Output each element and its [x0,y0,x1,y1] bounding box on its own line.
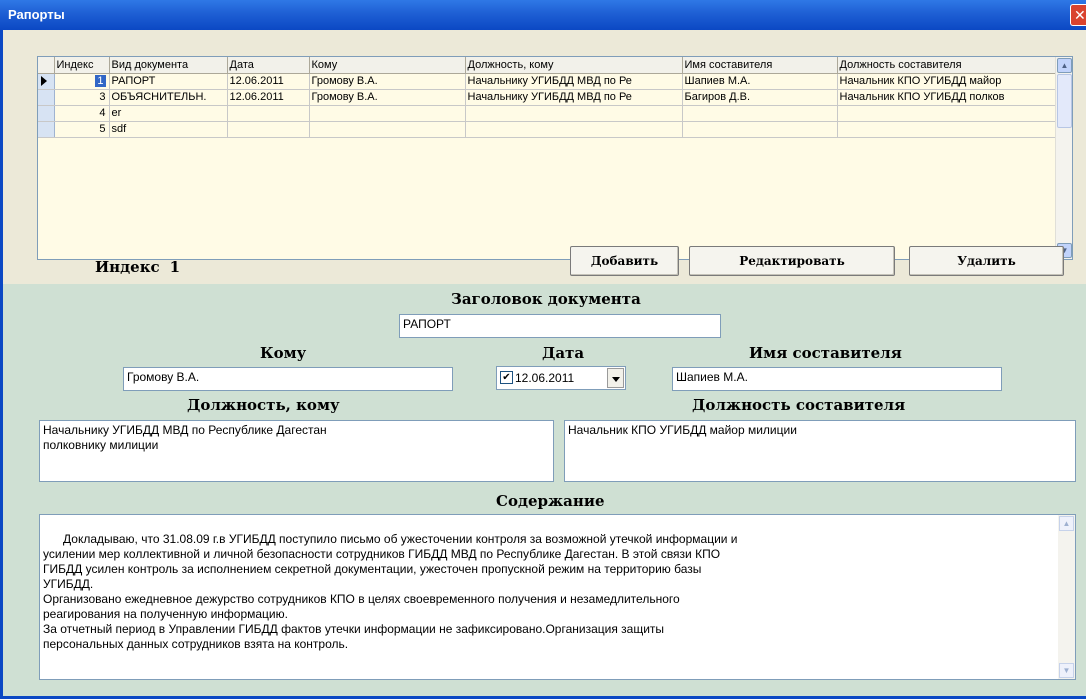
documents-table: Индекс Вид документа Дата Кому Должность… [38,57,1056,138]
column-header[interactable]: Должность, кому [465,57,683,74]
table-row[interactable]: 3 ОБЪЯСНИТЕЛЬН. 12.06.2011 Громову В.А. … [38,89,1056,106]
document-form: Заголовок документа РАПОРТ Кому Громову … [3,284,1086,696]
scroll-down-button[interactable]: ▼ [1059,663,1074,678]
content-label: Содержание [496,492,605,510]
table-header-row: Индекс Вид документа Дата Кому Должность… [38,57,1056,74]
index-value: 1 [169,258,181,276]
to-position-label: Должность, кому [187,396,340,414]
table-cell[interactable]: 1 [54,73,110,90]
table-cell[interactable] [227,121,310,138]
checkmark-icon: ✔ [502,372,511,383]
author-position-label: Должность составителя [692,396,906,414]
chevron-down-icon [612,377,620,382]
author-position-field[interactable]: Начальник КПО УГИБДД майор милиции [564,420,1076,482]
table-cell[interactable]: Начальнику УГИБДД МВД по Ре [465,89,683,106]
document-title-field[interactable]: РАПОРТ [399,314,721,338]
date-enabled-checkbox[interactable]: ✔ [500,371,513,384]
row-indicator [38,89,55,106]
documents-grid[interactable]: Индекс Вид документа Дата Кому Должность… [37,56,1073,260]
table-row[interactable]: 1 РАПОРТ 12.06.2011 Громову В.А. Начальн… [38,73,1056,90]
table-cell[interactable]: Багиров Д.В. [682,89,838,106]
table-cell[interactable] [682,105,838,122]
table-cell[interactable]: Начальник КПО УГИБДД полков [837,89,1056,106]
column-header[interactable]: Дата [227,57,310,74]
column-header[interactable]: Кому [309,57,466,74]
table-cell[interactable]: РАПОРТ [109,73,228,90]
column-header[interactable]: Должность составителя [837,57,1056,74]
index-label: Индекс [95,258,160,276]
close-button[interactable]: ✕ [1070,4,1086,26]
chevron-up-icon: ▲ [1062,519,1071,528]
scroll-up-button[interactable]: ▲ [1057,58,1072,73]
date-label: Дата [542,344,585,362]
table-cell[interactable] [309,121,466,138]
row-indicator [38,121,55,138]
table-cell[interactable]: Шапиев М.А. [682,73,838,90]
table-cell[interactable] [837,105,1056,122]
table-cell[interactable]: Начальник КПО УГИБДД майор [837,73,1056,90]
column-header[interactable]: Вид документа [109,57,228,74]
table-cell[interactable]: Громову В.А. [309,73,466,90]
delete-button[interactable]: Удалить [909,246,1064,276]
indicator-header [38,57,55,74]
edit-button[interactable]: Редактировать [689,246,895,276]
content-field[interactable]: Докладываю, что 31.08.09 г.в УГИБДД пост… [39,514,1076,680]
row-indicator [38,73,55,90]
date-dropdown-button[interactable] [607,368,624,388]
table-cell[interactable] [465,121,683,138]
table-cell[interactable]: er [109,105,228,122]
grid-vertical-scrollbar[interactable]: ▲ ▼ [1055,57,1072,259]
to-label: Кому [260,344,307,362]
window-title: Рапорты [8,7,65,22]
table-cell[interactable]: 12.06.2011 [227,73,310,90]
table-cell[interactable] [465,105,683,122]
scroll-up-button[interactable]: ▲ [1059,516,1074,531]
table-cell[interactable]: Громову В.А. [309,89,466,106]
content-text: Докладываю, что 31.08.09 г.в УГИБДД пост… [43,532,738,651]
table-row[interactable]: 4 er [38,105,1056,122]
table-row[interactable]: 5 sdf [38,121,1056,138]
index-indicator: Индекс 1 [95,258,180,276]
table-cell[interactable] [309,105,466,122]
date-value: 12.06.2011 [515,371,575,385]
column-header[interactable]: Имя составителя [682,57,838,74]
table-cell[interactable]: 4 [54,105,110,122]
add-button[interactable]: Добавить [570,246,679,276]
window-body: Индекс Вид документа Дата Кому Должность… [0,30,1086,699]
author-label: Имя составителя [749,344,902,362]
table-cell[interactable]: 3 [54,89,110,106]
chevron-up-icon: ▲ [1060,61,1069,70]
date-picker[interactable]: ✔ 12.06.2011 [496,366,626,390]
content-vertical-scrollbar[interactable]: ▲ ▼ [1058,515,1075,679]
table-cell[interactable]: ОБЪЯСНИТЕЛЬН. [109,89,228,106]
title-bar: Рапорты ✕ [0,0,1086,30]
table-cell[interactable]: 5 [54,121,110,138]
chevron-down-icon: ▼ [1062,666,1071,675]
table-cell[interactable]: sdf [109,121,228,138]
table-cell[interactable]: 12.06.2011 [227,89,310,106]
current-row-arrow-icon [41,76,47,86]
to-field[interactable]: Громову В.А. [123,367,453,391]
table-cell[interactable]: Начальнику УГИБДД МВД по Ре [465,73,683,90]
to-position-field[interactable]: Начальнику УГИБДД МВД по Республике Даге… [39,420,554,482]
column-header[interactable]: Индекс [54,57,110,74]
row-indicator [38,105,55,122]
table-cell[interactable] [682,121,838,138]
table-cell[interactable] [837,121,1056,138]
close-icon: ✕ [1074,7,1086,23]
scroll-thumb[interactable] [1057,74,1072,128]
cell-text: 1 [95,75,106,87]
document-title-label: Заголовок документа [451,290,641,308]
author-field[interactable]: Шапиев М.А. [672,367,1002,391]
table-cell[interactable] [227,105,310,122]
